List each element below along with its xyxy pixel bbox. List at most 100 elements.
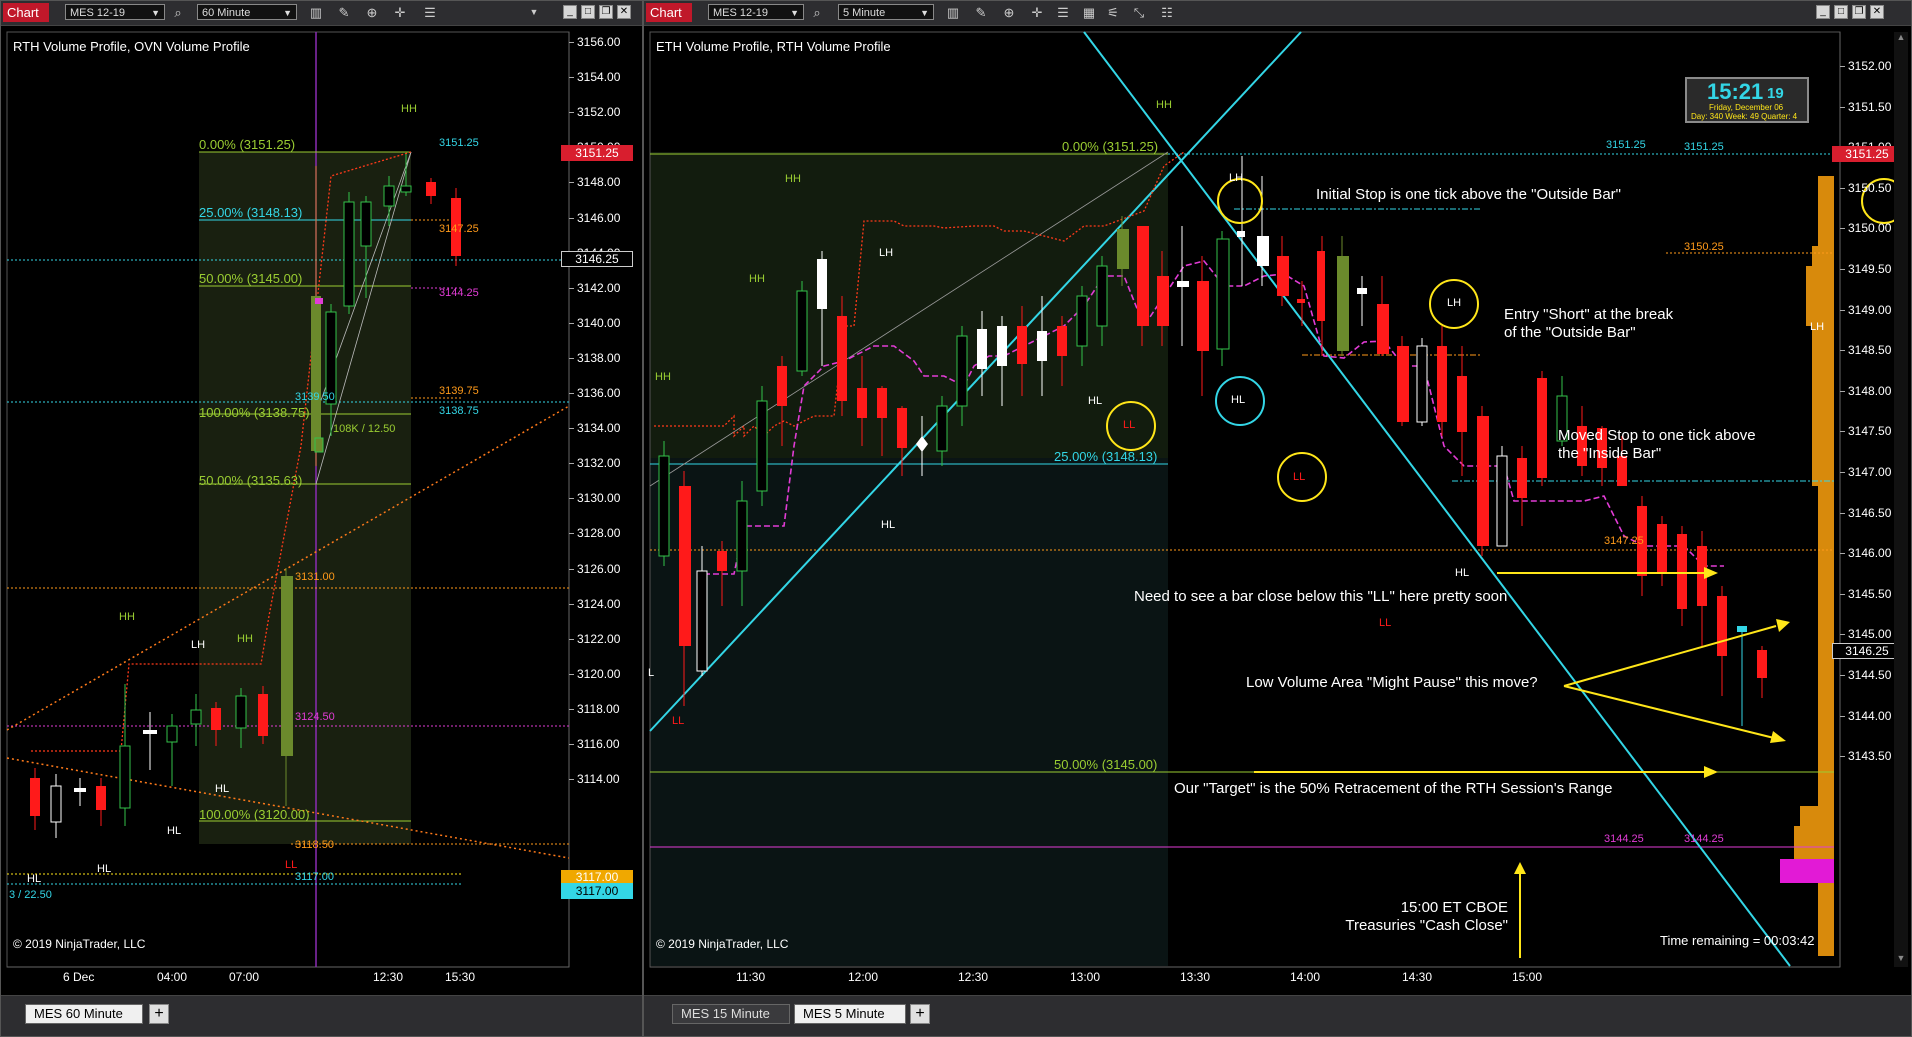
- clock-seconds: 19: [1767, 85, 1784, 102]
- minimize-button[interactable]: _: [1816, 5, 1830, 19]
- price-tick: 3147.50: [1848, 424, 1892, 439]
- maximize-button[interactable]: □: [581, 5, 595, 19]
- swing-label: LH: [1447, 297, 1462, 309]
- zoom-in-icon[interactable]: ⊕: [363, 4, 381, 21]
- left-copyright: © 2019 NinjaTrader, LLC: [13, 937, 146, 951]
- left-chart-canvas[interactable]: [1, 26, 642, 998]
- templates-icon[interactable]: ☷: [1158, 4, 1176, 21]
- properties-icon[interactable]: ☰: [421, 4, 439, 21]
- swing-label: LL: [672, 715, 685, 727]
- search-icon[interactable]: ⌕: [169, 4, 187, 21]
- price-tick-mark: [1840, 512, 1845, 514]
- swing-label: HL: [1455, 567, 1470, 579]
- search-icon[interactable]: ⌕: [808, 4, 826, 21]
- level-label: 3131.00: [295, 571, 335, 583]
- price-tick: 3154.00: [577, 70, 621, 85]
- add-tab-button[interactable]: +: [149, 1004, 169, 1024]
- right-chart-menu-button[interactable]: Chart: [646, 3, 692, 22]
- swing-label: HH: [119, 611, 135, 623]
- price-tick: 3145.50: [1848, 586, 1892, 601]
- price-tick-mark: [1840, 390, 1845, 392]
- crosshair-icon[interactable]: ✛: [1028, 4, 1046, 21]
- fib-label: 0.00% (3151.25): [1062, 139, 1159, 154]
- price-tick-mark: [1840, 66, 1845, 67]
- crosshair-icon[interactable]: ✛: [391, 4, 409, 21]
- swing-label: LH: [1229, 172, 1244, 184]
- tab-mes-5-minute[interactable]: MES 5 Minute: [794, 1004, 906, 1024]
- time-tick: 6 Dec: [63, 970, 95, 984]
- minimize-button[interactable]: _: [563, 5, 577, 19]
- swing-label: HH: [785, 173, 801, 185]
- price-tick-mark: [1840, 106, 1845, 108]
- annotation-cboe-2: Treasuries "Cash Close": [1345, 917, 1508, 934]
- fib-label: 25.00% (3148.13): [1054, 449, 1158, 464]
- price-tick-mark: [1840, 675, 1845, 676]
- left-price-axis[interactable]: 3156.003154.003152.003150.003148.003146.…: [561, 32, 641, 967]
- price-tick: 3138.00: [577, 350, 621, 365]
- annotation-cboe-1: 15:00 ET CBOE: [1400, 899, 1508, 916]
- swing-label: LL: [1293, 471, 1306, 483]
- right-time-axis[interactable]: 11:30 12:00 12:30 13:00 13:30 14:00 14:3…: [650, 967, 1840, 989]
- clock-sub: Day: 340 Week: 49 Quarter: 4: [1691, 112, 1798, 121]
- price-tick: 3151.50: [1848, 99, 1892, 114]
- price-tick: 3156.00: [577, 35, 621, 49]
- tab-mes-60-minute[interactable]: MES 60 Minute: [25, 1004, 143, 1024]
- level-label: 3151.25: [439, 137, 479, 149]
- draw-pencil-icon[interactable]: ✎: [335, 4, 353, 21]
- restore-button[interactable]: ❐: [599, 5, 613, 19]
- swing-label: HH: [401, 103, 417, 115]
- chevron-down-icon[interactable]: ▼: [525, 4, 543, 21]
- restore-button[interactable]: ❐: [1852, 5, 1866, 19]
- draw-pencil-icon[interactable]: ✎: [972, 4, 990, 21]
- swing-label: L: [648, 667, 655, 679]
- indicators-icon[interactable]: ⚟: [1104, 4, 1122, 21]
- left-chart-menu-button[interactable]: Chart: [3, 3, 49, 22]
- price-tick-mark: [569, 568, 574, 570]
- price-tick-mark: [1840, 350, 1845, 352]
- price-tick: 3132.00: [577, 456, 621, 471]
- price-tick: 3130.00: [577, 491, 621, 506]
- right-chart-canvas[interactable]: [644, 26, 1911, 998]
- level-label: 3151.25: [1684, 141, 1724, 153]
- price-tick: 3150.00: [1848, 221, 1892, 236]
- properties-icon[interactable]: ☰: [1054, 4, 1072, 21]
- right-instrument-select[interactable]: MES 12-19 ▼: [708, 4, 804, 20]
- strategies-icon[interactable]: ▦: [1080, 4, 1098, 21]
- right-toolbar: Chart MES 12-19 ▼ ⌕ 5 Minute ▼ ▥ ✎ ⊕ ✛ ☰ ▦…: [644, 1, 1911, 26]
- right-chart-window: Chart MES 12-19 ▼ ⌕ 5 Minute ▼ ▥ ✎ ⊕ ✛ ☰ ▦…: [643, 0, 1912, 1037]
- annotation-moved-2: the "Inside Bar": [1558, 445, 1662, 462]
- price-tick-mark: [1840, 756, 1845, 758]
- clock-date: Friday, December 06: [1709, 103, 1784, 112]
- chevron-down-icon: ▼: [283, 8, 292, 18]
- zoom-in-icon[interactable]: ⊕: [1000, 4, 1018, 21]
- left-instrument-select[interactable]: MES 12-19 ▼: [65, 4, 165, 20]
- scroll-down-icon[interactable]: ▼: [1894, 953, 1908, 967]
- add-tab-button[interactable]: +: [910, 1004, 930, 1024]
- scroll-up-icon[interactable]: ▲: [1894, 32, 1908, 46]
- price-tick-mark: [569, 77, 574, 79]
- right-copyright: © 2019 NinjaTrader, LLC: [656, 937, 789, 951]
- price-tick: 3142.00: [577, 280, 621, 295]
- price-tick: 3152.00: [577, 105, 621, 120]
- tab-mes-15-minute[interactable]: MES 15 Minute: [672, 1004, 790, 1024]
- maximize-button[interactable]: □: [1834, 5, 1848, 19]
- price-tick: 3147.00: [1848, 465, 1892, 479]
- bars-icon[interactable]: ▥: [307, 4, 325, 21]
- drawing-tools-icon[interactable]: ⤡: [1130, 4, 1148, 21]
- swing-label: HH: [655, 371, 671, 383]
- time-tick: 15:00: [1512, 970, 1543, 984]
- right-interval-value: 5 Minute: [843, 7, 886, 19]
- close-button[interactable]: ✕: [1870, 5, 1884, 19]
- price-tick-mark: [1840, 472, 1845, 473]
- price-tick: 3120.00: [577, 666, 621, 681]
- price-tick: 3152.00: [1848, 59, 1892, 73]
- bars-icon[interactable]: ▥: [944, 4, 962, 21]
- swing-label: LH: [191, 639, 206, 651]
- level-label: 3147.25: [439, 223, 479, 235]
- vertical-scrollbar[interactable]: ▲ ▼: [1894, 32, 1908, 967]
- price-tick: 3148.00: [1848, 383, 1892, 398]
- left-interval-select[interactable]: 60 Minute ▼: [197, 4, 297, 20]
- right-interval-select[interactable]: 5 Minute ▼: [838, 4, 934, 20]
- left-time-axis[interactable]: 6 Dec 04:00 07:00 12:30 15:30: [7, 967, 569, 989]
- close-button[interactable]: ✕: [617, 5, 631, 19]
